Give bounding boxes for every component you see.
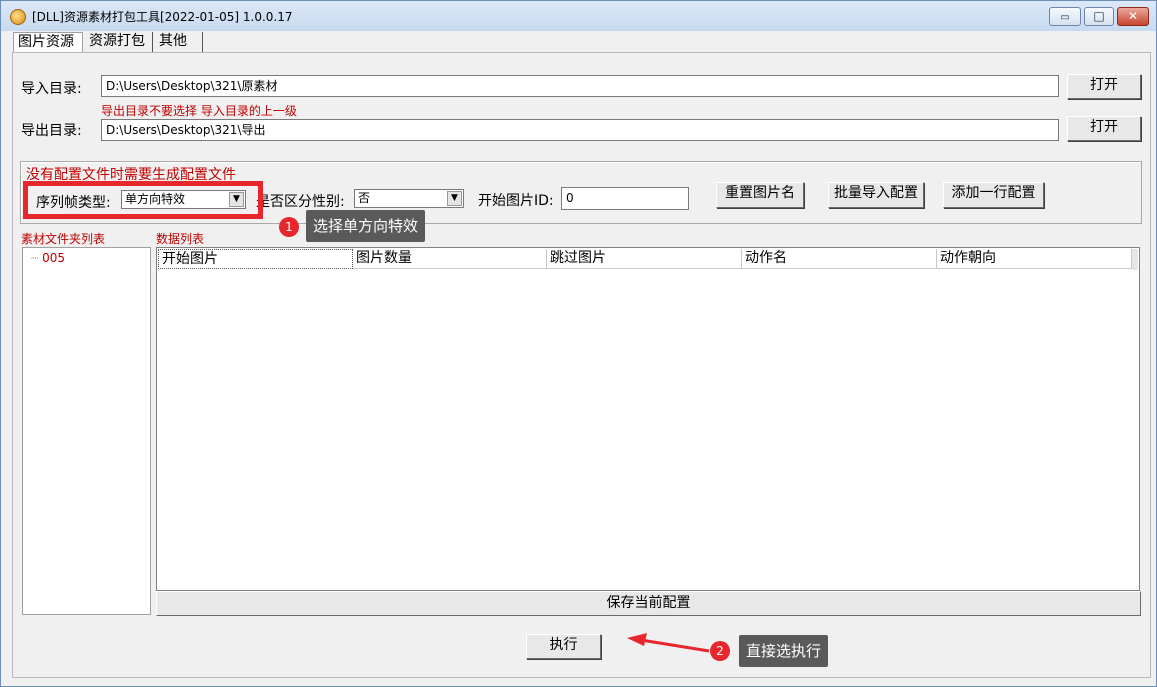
import-path-input[interactable]: D:\Users\Desktop\321\原素材 [101,75,1059,97]
data-grid[interactable]: 开始图片 图片数量 跳过图片 动作名 动作朝向 [156,247,1140,591]
minimize-icon: ▭ [1060,12,1070,23]
export-open-button[interactable]: 打开 [1067,116,1141,141]
gender-select[interactable]: 否 ▼ [354,189,464,208]
tab-image-resources[interactable]: 图片资源 [13,32,83,52]
arrow-icon [627,633,710,653]
reset-image-name-button[interactable]: 重置图片名 [716,182,804,208]
export-hint: 导出目录不要选择 导入目录的上一级 [101,104,297,118]
start-id-input[interactable]: 0 [561,187,689,210]
import-label: 导入目录: [21,81,82,97]
step-callout-2: 直接选执行 [739,635,829,667]
step-callout-1: 选择单方向特效 [306,210,426,242]
column-header[interactable]: 动作朝向 [937,249,1132,269]
app-window: [DLL]资源素材打包工具[2022-01-05] 1.0.0.17 ▭ □ ✕… [0,0,1157,687]
step-badge-2: 2 [710,641,730,661]
material-list-title: 素材文件夹列表 [21,232,106,246]
column-header[interactable]: 开始图片 [158,249,353,269]
tree-connector: ┈ [31,251,39,265]
chevron-down-icon: ▼ [447,191,462,206]
minimize-button[interactable]: ▭ [1049,7,1081,26]
step-badge-1: 1 [279,217,299,237]
import-open-button[interactable]: 打开 [1067,74,1141,99]
tree-item-label: 005 [42,251,65,265]
save-config-button[interactable]: 保存当前配置 [156,591,1141,616]
add-config-row-button[interactable]: 添加一行配置 [943,182,1044,208]
header-scrollbar[interactable] [1132,249,1138,270]
tree-item[interactable]: ┈ 005 [31,251,65,265]
export-path-input[interactable]: D:\Users\Desktop\321\导出 [101,119,1059,141]
column-header[interactable]: 图片数量 [353,249,547,269]
execute-button[interactable]: 执行 [526,634,601,659]
data-list-title: 数据列表 [156,232,205,246]
maximize-button[interactable]: □ [1084,7,1114,26]
close-button[interactable]: ✕ [1117,7,1149,26]
tab-other[interactable]: 其他 [155,32,203,52]
column-header[interactable]: 跳过图片 [547,249,742,269]
material-folder-tree[interactable]: ┈ 005 [22,247,151,615]
gender-label: 是否区分性别: [256,194,345,210]
maximize-icon: □ [1093,9,1105,23]
tab-resource-pack[interactable]: 资源打包 [85,32,153,52]
export-label: 导出目录: [21,123,82,139]
start-id-label: 开始图片ID: [478,193,554,209]
gender-value: 否 [358,191,371,205]
title-bar: [DLL]资源素材打包工具[2022-01-05] 1.0.0.17 ▭ □ ✕ [1,1,1156,31]
window-title: [DLL]资源素材打包工具[2022-01-05] 1.0.0.17 [32,10,293,24]
column-header[interactable]: 动作名 [742,249,937,269]
highlight-box [23,181,263,219]
batch-import-config-button[interactable]: 批量导入配置 [828,182,924,208]
close-icon: ✕ [1127,9,1139,23]
app-logo-icon [10,9,26,25]
